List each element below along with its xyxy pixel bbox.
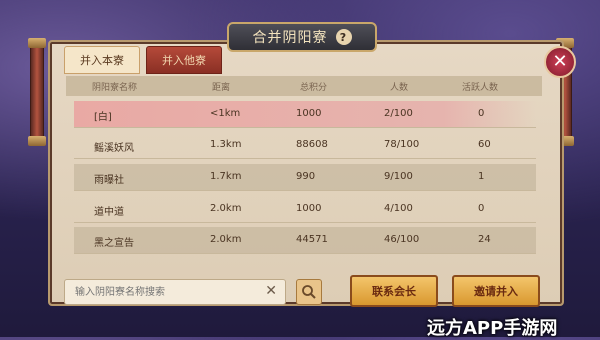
column-header-distance: 距离 — [212, 83, 231, 93]
dialog-title-banner: 合并阴阳寮 ? — [227, 22, 377, 52]
cell-name: 鳐溪妖风 — [94, 143, 134, 154]
cell-distance: 1.7km — [210, 171, 242, 182]
cell-distance: 2.0km — [210, 234, 242, 245]
cell-active: 24 — [478, 234, 491, 245]
cell-distance: 1.3km — [210, 139, 242, 150]
table-row[interactable]: [白] <1km 1000 2/100 0 — [74, 101, 536, 128]
cell-distance: <1km — [210, 108, 241, 119]
cell-score: 88608 — [296, 139, 328, 150]
cell-score: 44571 — [296, 234, 328, 245]
tab-merge-into-other[interactable]: 并入他寮 — [146, 46, 222, 74]
cell-name: [白] — [94, 112, 112, 123]
rod-cap — [28, 136, 46, 146]
table-row[interactable]: 黑之宣告 2.0km 44571 46/100 24 — [74, 227, 536, 254]
cell-active: 60 — [478, 139, 491, 150]
cell-members: 9/100 — [384, 171, 413, 182]
table-header: 阴阳寮名称 距离 总积分 人数 活跃人数 — [66, 76, 542, 96]
cell-members: 46/100 — [384, 234, 420, 245]
contact-leader-button[interactable]: 联系会长 — [350, 275, 438, 307]
dialog-title: 合并阴阳寮 — [252, 30, 328, 46]
watermark: 远方APP手游网 — [427, 318, 558, 339]
cell-score: 1000 — [296, 203, 322, 214]
search-input[interactable] — [73, 285, 257, 299]
cell-members: 78/100 — [384, 139, 420, 150]
cell-active: 1 — [478, 171, 485, 182]
table-row[interactable]: 道中道 2.0km 1000 4/100 0 — [74, 196, 536, 223]
cell-members: 2/100 — [384, 108, 413, 119]
table-row[interactable]: 雨曝社 1.7km 990 9/100 1 — [74, 164, 536, 191]
rod-cap — [28, 38, 46, 48]
cell-active: 0 — [478, 203, 485, 214]
cell-name: 雨曝社 — [94, 175, 124, 186]
cell-name: 黑之宣告 — [94, 238, 134, 249]
table-row[interactable]: 鳐溪妖风 1.3km 88608 78/100 60 — [74, 132, 536, 159]
tab-merge-into-own[interactable]: 并入本寮 — [64, 46, 140, 74]
column-header-name: 阴阳寮名称 — [92, 83, 138, 93]
search-button[interactable] — [296, 279, 322, 305]
cell-active: 0 — [478, 108, 485, 119]
invite-merge-button[interactable]: 邀请并入 — [452, 275, 540, 307]
close-icon: ✕ — [552, 51, 568, 72]
cell-members: 4/100 — [384, 203, 413, 214]
scroll-rod-left — [28, 38, 46, 146]
cell-score: 990 — [296, 171, 316, 182]
search-field[interactable]: ✕ — [64, 279, 286, 305]
cell-distance: 2.0km — [210, 203, 242, 214]
column-header-members: 人数 — [390, 83, 409, 93]
cell-name: 道中道 — [94, 207, 124, 218]
close-button[interactable]: ✕ — [544, 46, 576, 78]
search-icon — [302, 285, 316, 299]
help-icon[interactable]: ? — [335, 29, 352, 45]
column-header-active: 活跃人数 — [462, 83, 499, 93]
column-header-score: 总积分 — [300, 83, 328, 93]
cell-score: 1000 — [296, 108, 322, 119]
clear-icon[interactable]: ✕ — [265, 283, 277, 299]
